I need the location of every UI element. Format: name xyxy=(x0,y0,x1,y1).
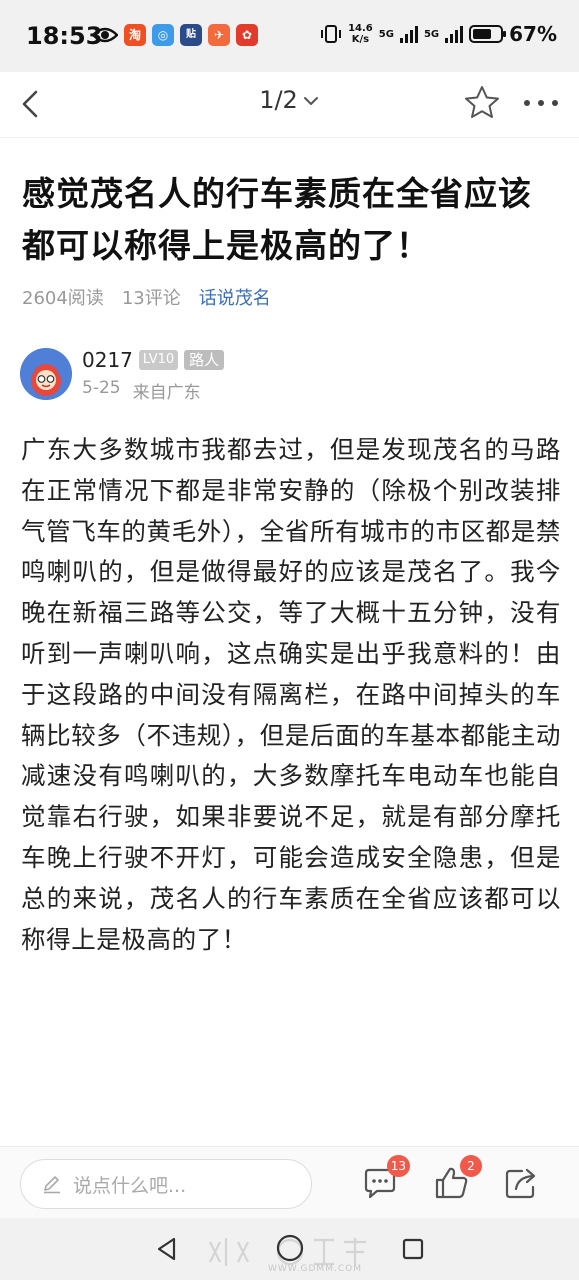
battery-percent: 67% xyxy=(509,22,557,46)
share-button[interactable] xyxy=(502,1163,542,1203)
post-meta: 2604阅读 13评论 话说茂名 xyxy=(22,284,271,310)
system-recent-apps-icon[interactable] xyxy=(398,1234,428,1264)
jd-app-icon: ✿ xyxy=(236,24,258,46)
post-body: 广东大多数城市我都去过，但是发现茂名的马路在正常情况下都是非常安静的（除极个别改… xyxy=(21,435,561,954)
topic-link[interactable]: 话说茂名 xyxy=(199,284,271,310)
share-icon xyxy=(505,1168,536,1199)
comment-input[interactable]: 说点什么吧... xyxy=(20,1159,312,1209)
avatar-image xyxy=(20,348,72,400)
page-indicator-text: 1/2 xyxy=(259,86,298,114)
post-title: 感觉茂名人的行车素质在全省应该都可以称得上是极高的了！ xyxy=(22,174,532,265)
watermark-url: WWW.GDMM.COM xyxy=(268,1264,362,1274)
star-icon[interactable] xyxy=(463,84,501,122)
notification-icons: 淘 ◎ 贴 ✈ ✿ xyxy=(92,24,258,46)
comment-button[interactable]: 13 xyxy=(360,1155,410,1203)
app-notification-icon: 贴 xyxy=(180,24,202,46)
network-speed: 14.6 K/s xyxy=(348,23,373,45)
system-home-icon[interactable] xyxy=(274,1232,306,1264)
chevron-down-icon xyxy=(303,97,318,105)
pen-icon xyxy=(44,1176,60,1194)
level-badge: LV10 xyxy=(138,350,179,370)
comment-count-text: 13评论 xyxy=(121,288,181,309)
network-type-1: 5G xyxy=(378,28,394,40)
signal-bars-2 xyxy=(445,25,464,43)
post-location: 来自广东 xyxy=(132,383,201,403)
avatar[interactable] xyxy=(20,348,72,400)
top-nav-bar: 1/2 xyxy=(0,72,579,138)
read-count: 2604阅读 xyxy=(22,288,104,309)
author-line: 0217 LV10 路人 xyxy=(82,348,225,372)
battery-fill xyxy=(473,29,491,39)
taobao-app-icon: 淘 xyxy=(124,24,146,46)
like-count-badge: 2 xyxy=(460,1155,482,1177)
status-bar: 18:53 淘 ◎ 贴 ✈ ✿ 14.6 K/s 5G 5G 67% xyxy=(0,0,579,72)
signal-bars-1 xyxy=(399,25,418,43)
like-button[interactable]: 2 xyxy=(432,1155,482,1203)
speed-value: 14.6 xyxy=(348,23,373,34)
meituan-app-icon: ✈ xyxy=(208,24,230,46)
comment-count-badge: 13 xyxy=(386,1155,410,1177)
role-badge: 路人 xyxy=(184,350,225,370)
post-date: 5-25 xyxy=(82,378,121,398)
system-back-icon[interactable] xyxy=(152,1234,182,1264)
network-type-2: 5G xyxy=(423,28,440,40)
system-status: 14.6 K/s 5G 5G 67% xyxy=(320,22,557,46)
status-time: 18:53 xyxy=(26,22,103,50)
vibrate-icon xyxy=(321,25,342,43)
post-info: 5-25 来自广东 xyxy=(82,378,201,403)
eye-icon xyxy=(92,27,118,43)
more-dots-icon[interactable] xyxy=(519,84,563,122)
battery-icon xyxy=(469,25,507,43)
author-name[interactable]: 0217 xyxy=(82,348,133,372)
map-app-icon: ◎ xyxy=(152,24,174,46)
system-nav-bar: WWW.GDMM.COM xyxy=(0,1218,579,1280)
comment-placeholder: 说点什么吧... xyxy=(73,1174,187,1197)
speed-unit: K/s xyxy=(351,34,370,45)
bottom-action-bar: 说点什么吧... 13 2 xyxy=(0,1146,579,1218)
